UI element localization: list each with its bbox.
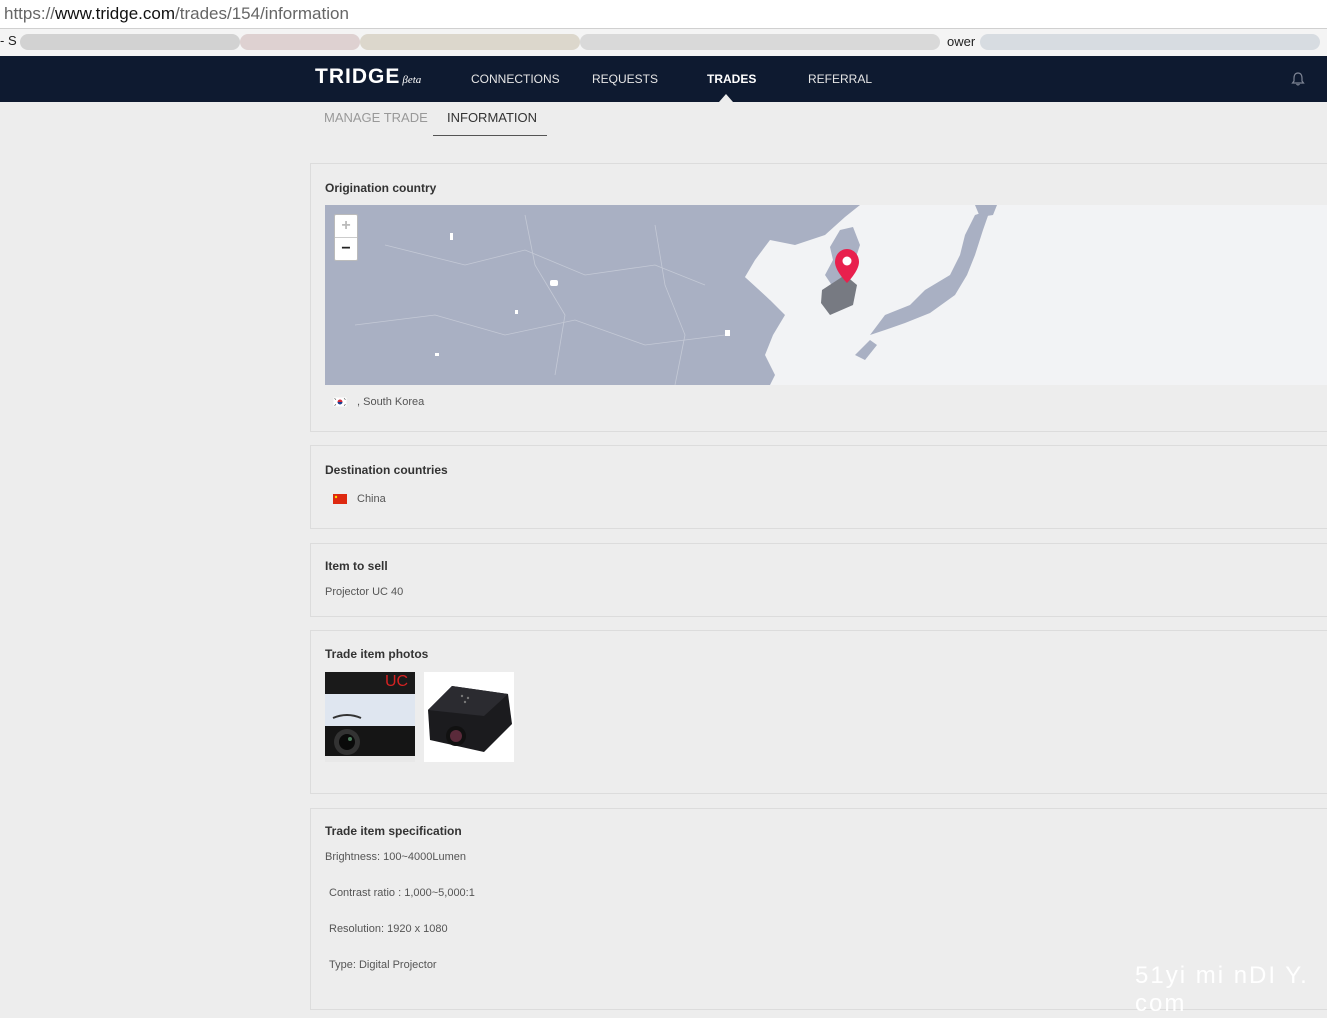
specification-title: Trade item specification	[325, 824, 462, 838]
nav-referral[interactable]: REFERRAL	[808, 72, 872, 86]
origination-country-label: , South Korea	[357, 396, 425, 408]
zoom-out-button[interactable]: −	[335, 238, 357, 260]
blurred-bookmarks	[240, 34, 360, 50]
blurred-bookmarks	[980, 34, 1320, 50]
nav-requests[interactable]: REQUESTS	[592, 72, 658, 86]
projector-front-image: UC	[325, 672, 415, 762]
nav-trades[interactable]: TRADES	[707, 72, 756, 86]
zoom-in-button[interactable]: +	[335, 215, 357, 238]
spec-line: Contrast ratio : 1,000~5,000:1	[329, 887, 475, 899]
bookmark-item[interactable]: ower	[947, 34, 975, 49]
tridge-logo[interactable]: TRIDGE βeta	[315, 65, 421, 89]
active-nav-caret	[719, 94, 733, 102]
active-tab-underline	[433, 135, 547, 136]
destination-card: Destination countries China	[310, 445, 1327, 529]
spec-line: Type: Digital Projector	[329, 959, 437, 971]
spec-line: Brightness: 100~4000Lumen	[325, 851, 466, 863]
blurred-bookmarks	[20, 34, 240, 50]
tab-information[interactable]: INFORMATION	[447, 110, 537, 125]
trade-photo-1[interactable]: UC	[325, 672, 415, 762]
item-title: Item to sell	[325, 559, 388, 573]
photos-card: Trade item photos UC	[310, 630, 1327, 794]
blurred-bookmarks	[360, 34, 580, 50]
photos-title: Trade item photos	[325, 647, 429, 661]
projector-angle-image	[424, 672, 514, 762]
trade-photo-2[interactable]	[424, 672, 514, 762]
destination-title: Destination countries	[325, 463, 448, 477]
destination-country-label: China	[357, 493, 386, 505]
south-korea-flag-icon	[333, 397, 347, 407]
map-zoom-control: + −	[334, 214, 358, 261]
bell-icon[interactable]	[1291, 72, 1305, 86]
browser-url-bar[interactable]: https://www.tridge.com/trades/154/inform…	[0, 0, 1327, 29]
item-card: Item to sell Projector UC 40	[310, 543, 1327, 617]
spec-line: Resolution: 1920 x 1080	[329, 923, 448, 935]
blurred-bookmarks	[580, 34, 940, 50]
watermark-text: 51yi mi nDI Y. com	[1135, 962, 1309, 1017]
top-navigation: TRIDGE βeta CONNECTIONS REQUESTS TRADES R…	[0, 56, 1327, 102]
china-flag-icon	[333, 494, 347, 504]
origination-card: Origination country + − , South Korea	[310, 163, 1327, 432]
url-text[interactable]: https://www.tridge.com/trades/154/inform…	[4, 4, 349, 24]
photo-brand-text: UC	[385, 673, 408, 690]
origination-title: Origination country	[325, 181, 437, 195]
map-graphic	[325, 205, 1327, 385]
item-value: Projector UC 40	[325, 586, 404, 598]
bookmark-item[interactable]: - S	[0, 33, 17, 48]
origination-map[interactable]: + −	[325, 205, 1327, 385]
tab-manage-trade[interactable]: MANAGE TRADE	[324, 110, 428, 125]
bookmarks-bar: - S ower	[0, 29, 1327, 56]
nav-connections[interactable]: CONNECTIONS	[471, 72, 560, 86]
